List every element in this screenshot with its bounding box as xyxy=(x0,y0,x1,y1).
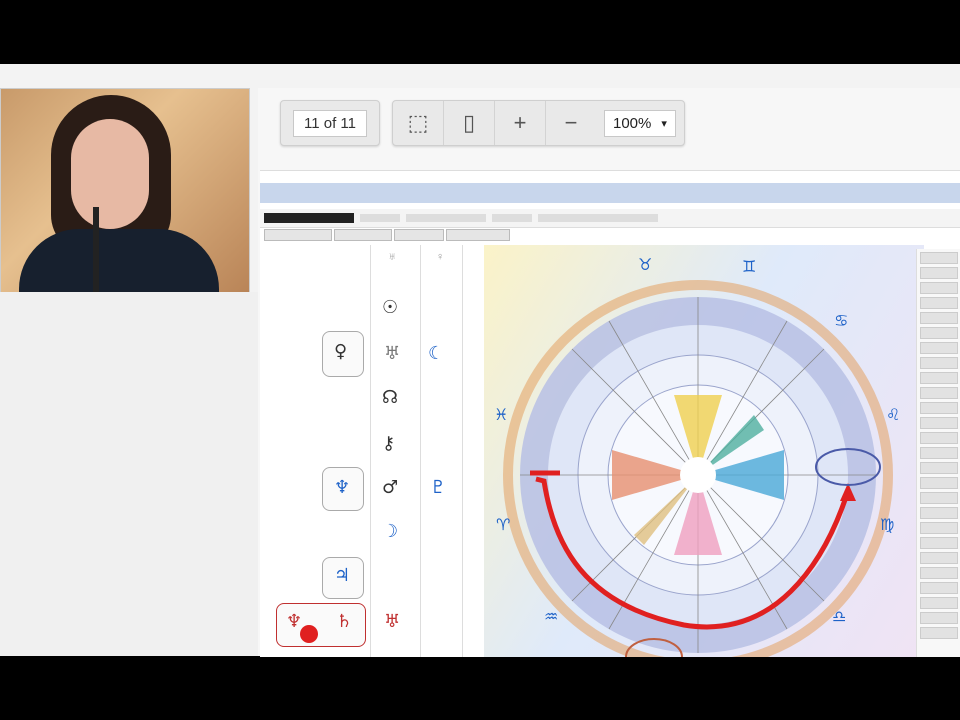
aries-glyph: ♈ xyxy=(496,515,511,534)
app-tab[interactable] xyxy=(446,229,510,241)
moon-symbol-glyph: ☾ xyxy=(428,343,445,364)
panel-button[interactable] xyxy=(920,417,958,429)
uranus-glyph-2: ♅ xyxy=(384,611,401,632)
panel-button[interactable] xyxy=(920,252,958,264)
panel-button[interactable] xyxy=(920,267,958,279)
app-tabs xyxy=(264,229,510,241)
pluto-glyph: ♇ xyxy=(430,477,447,498)
fit-page-icon: ▯ xyxy=(462,110,476,135)
panel-button[interactable] xyxy=(920,612,958,624)
panel-button[interactable] xyxy=(920,462,958,474)
toolbar-field xyxy=(538,214,658,222)
minus-icon: − xyxy=(564,110,578,135)
microphone xyxy=(93,207,99,293)
panel-button[interactable] xyxy=(920,597,958,609)
chevron-down-icon: ▾ xyxy=(661,117,667,130)
natal-chart-wheel xyxy=(503,280,893,657)
cursor-pointer-dot xyxy=(300,625,318,643)
pdf-viewer: 11 of 11 ⬚ ▯ + − 100% ▾ ♅ ♀ ☉ ♀ ♅ ☾ ☊ ⚷ … xyxy=(258,88,960,657)
panel-button[interactable] xyxy=(920,357,958,369)
app-tab[interactable] xyxy=(334,229,392,241)
left-blank-pane xyxy=(0,292,259,656)
viewer-toolbar: 11 of 11 ⬚ ▯ + − 100% ▾ xyxy=(280,100,685,146)
column-divider xyxy=(462,245,463,657)
leo-glyph: ♌ xyxy=(886,405,901,424)
panel-button[interactable] xyxy=(920,507,958,519)
page-header-band xyxy=(260,183,960,203)
neptune-glyph: ♆ xyxy=(286,611,303,632)
saturn-glyph: ♄ xyxy=(336,611,353,632)
right-tool-panel xyxy=(916,249,960,657)
presenter-shirt xyxy=(19,229,219,293)
page-indicator[interactable]: 11 of 11 xyxy=(293,109,367,137)
moon-glyph: ☽ xyxy=(382,521,399,542)
taurus-glyph: ♉ xyxy=(638,255,653,274)
panel-button[interactable] xyxy=(920,387,958,399)
gemini-glyph: ♊ xyxy=(742,257,757,276)
chiron-glyph: ⚷ xyxy=(382,433,396,454)
neptune-box-glyph: ♆ xyxy=(334,477,351,498)
panel-button[interactable] xyxy=(920,627,958,639)
panel-button[interactable] xyxy=(920,552,958,564)
panel-button[interactable] xyxy=(920,432,958,444)
uranus-glyph: ♅ xyxy=(384,343,401,364)
panel-button[interactable] xyxy=(920,297,958,309)
libra-glyph: ♎ xyxy=(832,607,847,626)
zoom-controls: ⬚ ▯ + − 100% ▾ xyxy=(392,100,685,146)
aquarius-glyph: ♒ xyxy=(544,607,559,626)
virgo-glyph: ♍ xyxy=(880,515,895,534)
zoom-in-button[interactable]: + xyxy=(495,101,546,145)
panel-button[interactable] xyxy=(920,327,958,339)
panel-button[interactable] xyxy=(920,477,958,489)
column-header-uranus: ♅ xyxy=(388,251,397,263)
panel-button[interactable] xyxy=(920,372,958,384)
toolbar-field xyxy=(360,214,400,222)
venus-glyph: ♀ xyxy=(334,341,348,362)
fit-page-button[interactable]: ▯ xyxy=(444,101,495,145)
presenter-face xyxy=(71,119,149,229)
page-indicator-group: 11 of 11 xyxy=(280,100,380,146)
panel-button[interactable] xyxy=(920,582,958,594)
zoom-value: 100% xyxy=(613,114,652,132)
panel-button[interactable] xyxy=(920,282,958,294)
column-divider xyxy=(370,245,371,657)
zoom-out-button[interactable]: − xyxy=(546,101,596,145)
mars-glyph: ♂ xyxy=(382,477,399,498)
pisces-glyph: ♓ xyxy=(494,405,509,424)
panel-button[interactable] xyxy=(920,522,958,534)
panel-button[interactable] xyxy=(920,567,958,579)
panel-button[interactable] xyxy=(920,447,958,459)
fit-width-icon: ⬚ xyxy=(407,110,429,135)
sun-glyph: ☉ xyxy=(382,297,399,318)
natal-chart: ♉ ♊ ♋ ♌ ♍ ♎ ♓ ♈ ♒ xyxy=(484,245,924,657)
app-tab[interactable] xyxy=(264,229,332,241)
jupiter-glyph: ♃ xyxy=(334,565,351,586)
panel-button[interactable] xyxy=(920,492,958,504)
app-tab[interactable] xyxy=(394,229,444,241)
panel-button[interactable] xyxy=(920,342,958,354)
plus-icon: + xyxy=(513,110,527,135)
zoom-select[interactable]: 100% ▾ xyxy=(604,109,676,137)
redacted-field xyxy=(264,213,354,223)
cancer-glyph: ♋ xyxy=(834,311,849,330)
panel-button[interactable] xyxy=(920,312,958,324)
document-page: ♅ ♀ ☉ ♀ ♅ ☾ ☊ ⚷ ♆ ♂ ♇ ☽ ♃ ♆ ♄ ♅ ♉ ♊ ♋ ♌ … xyxy=(260,170,960,657)
panel-button[interactable] xyxy=(920,537,958,549)
datetime-field xyxy=(406,214,486,222)
fit-width-button[interactable]: ⬚ xyxy=(393,101,444,145)
aspect-table: ♅ ♀ ☉ ♀ ♅ ☾ ☊ ⚷ ♆ ♂ ♇ ☽ ♃ ♆ ♄ ♅ xyxy=(260,245,470,657)
panel-button[interactable] xyxy=(920,402,958,414)
toolbar-field xyxy=(492,214,532,222)
column-header-venus: ♀ xyxy=(436,251,445,263)
astro-app-toolbar xyxy=(260,209,960,228)
node-glyph: ☊ xyxy=(382,387,398,408)
webcam-overlay xyxy=(0,88,250,294)
column-divider xyxy=(420,245,421,657)
